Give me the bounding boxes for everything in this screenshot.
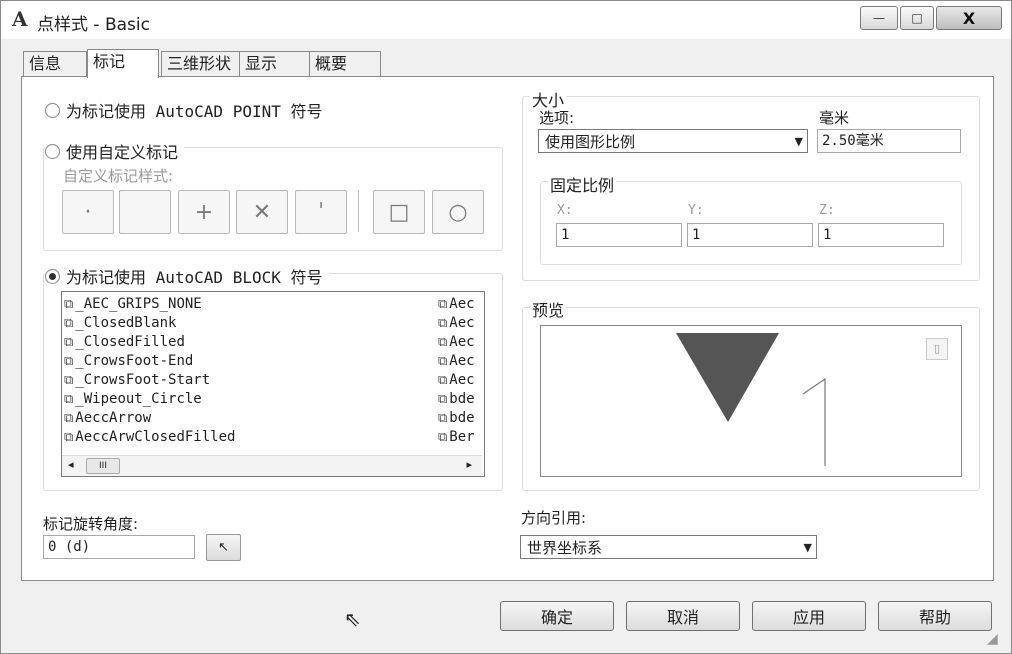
y-scale-input[interactable]: 1 [687,223,813,247]
tab-display[interactable]: 显示 [239,51,311,76]
list-item[interactable]: ⧉ bde [438,409,482,427]
marker-divider [358,190,359,232]
marker-tick-button[interactable]: ˈ [295,190,347,234]
block-icon: ⧉ [438,391,448,407]
orientation-value: 世界坐标系 [527,539,603,557]
block-icon: ⧉ [438,429,448,445]
orientation-dropdown[interactable]: 世界坐标系 ▼ [520,535,817,559]
window-title: 点样式 - Basic [37,15,150,35]
block-list[interactable]: ⧉ _AEC_GRIPS_NONE ⧉ _ClosedBlank ⧉ _ClosedF… [61,291,485,477]
tab-3d-geometry[interactable]: 三维形状 [161,51,243,76]
custom-style-label: 自定义标记样式: [63,167,174,185]
block-icon: ⧉ [438,410,448,426]
block-icon: ⧉ [64,429,74,445]
preview-canvas: ▯ [540,325,962,477]
list-item[interactable]: ⧉ _AEC_GRIPS_NONE [64,295,434,313]
title-bar: A 点样式 - Basic — □ X [1,1,1011,39]
list-item[interactable]: ⧉ AeccArwClosedFilled [64,428,434,446]
block-icon: ⧉ [64,315,74,331]
marker-circle-button[interactable]: ○ [432,190,484,234]
number-one-glyph [802,377,826,466]
scroll-left-icon[interactable]: ◂ [68,458,74,471]
block-icon: ⧉ [64,372,74,388]
pick-angle-icon[interactable]: ↖ [206,534,241,561]
block-icon: ⧉ [438,315,448,331]
millimeter-input[interactable]: 2.50毫米 [817,129,961,153]
radio-button[interactable] [45,102,60,118]
list-item[interactable]: ⧉ _CrowsFoot-End [64,352,434,370]
resize-grip-icon[interactable]: ◢ [987,631,998,647]
radio-point-symbol[interactable]: 为标记使用 AutoCAD POINT 符号 [45,98,323,122]
radio-custom-marker[interactable]: 使用自定义标记 [45,139,185,163]
help-button[interactable]: 帮助 [878,601,992,631]
size-option-dropdown[interactable]: 使用图形比例 ▼ [538,129,808,153]
x-scale-input[interactable]: 1 [556,223,682,247]
minimize-button[interactable]: — [860,6,898,30]
tab-info[interactable]: 信息 [23,51,87,76]
marker-dot-button[interactable]: · [62,190,114,234]
block-icon: ⧉ [64,353,74,369]
marker-x-button[interactable]: ✕ [236,190,288,234]
radio-point-label: 为标记使用 AutoCAD POINT 符号 [66,102,323,121]
z-scale-label: Z: [819,203,835,218]
block-icon: ⧉ [64,334,74,350]
list-item[interactable]: ⧉ bde [438,390,482,408]
mouse-cursor-icon: ⇖ [344,607,361,631]
tab-summary[interactable]: 概要 [309,51,381,76]
radio-button[interactable] [45,143,60,159]
marker-square-button[interactable]: □ [373,190,425,234]
block-icon: ⧉ [64,410,74,426]
triangle-marker-shape [676,333,779,422]
list-item[interactable]: ⧉ _ClosedFilled [64,333,434,351]
list-item[interactable]: ⧉ Aec [438,371,482,389]
block-icon: ⧉ [438,334,448,350]
list-item[interactable]: ⧉ AeccArrow [64,409,434,427]
marker-plus-button[interactable]: + [178,190,230,234]
list-item[interactable]: ⧉ _CrowsFoot-Start [64,371,434,389]
scroll-right-icon[interactable]: ▸ [466,458,472,471]
list-item[interactable]: ⧉ Ber [438,428,482,446]
preview-toggle-button[interactable]: ▯ [926,338,948,360]
close-button[interactable]: X [936,6,1002,30]
rotation-input[interactable]: 0 (d) [43,535,195,559]
preview-svg [676,333,826,466]
fixed-scale-legend: 固定比例 [548,172,617,196]
scroll-thumb[interactable]: III [86,458,120,474]
maximize-button[interactable]: □ [900,6,934,30]
millimeter-label: 毫米 [819,109,850,127]
block-icon: ⧉ [64,296,74,312]
marker-none-button[interactable] [119,190,171,234]
size-option-label: 选项: [539,109,575,127]
list-item[interactable]: ⧉ Aec [438,333,482,351]
orientation-label: 方向引用: [521,509,587,527]
list-item[interactable]: ⧉ _ClosedBlank [64,314,434,332]
size-option-value: 使用图形比例 [545,133,636,151]
radio-block-symbol[interactable]: 为标记使用 AutoCAD BLOCK 符号 [45,264,329,288]
apply-button[interactable]: 应用 [752,601,866,631]
list-item[interactable]: ⧉ _Wipeout_Circle [64,390,434,408]
y-scale-label: Y: [688,203,704,218]
point-style-dialog: A 点样式 - Basic — □ X 信息 标记 三维形状 显示 概要 为标记… [0,0,1012,654]
block-icon: ⧉ [438,372,448,388]
x-scale-label: X: [557,203,573,218]
autocad-logo-icon: A [12,7,28,31]
rotation-label: 标记旋转角度: [43,515,139,533]
block-icon: ⧉ [438,296,448,312]
radio-button-selected[interactable] [45,268,60,284]
z-scale-input[interactable]: 1 [818,223,944,247]
list-item[interactable]: ⧉ Aec [438,295,482,313]
block-icon: ⧉ [438,353,448,369]
list-item[interactable]: ⧉ Aec [438,352,482,370]
radio-custom-label: 使用自定义标记 [66,143,179,162]
horizontal-scrollbar[interactable]: ◂ III ▸ [62,455,482,476]
block-icon: ⧉ [64,391,74,407]
cancel-button[interactable]: 取消 [626,601,740,631]
radio-block-label: 为标记使用 AutoCAD BLOCK 符号 [66,268,323,287]
chevron-down-icon: ▼ [794,135,803,148]
ok-button[interactable]: 确定 [500,601,614,631]
preview-legend: 预览 [530,297,567,321]
list-item[interactable]: ⧉ Aec [438,314,482,332]
chevron-down-icon: ▼ [803,541,812,554]
tab-marker[interactable]: 标记 [87,49,159,78]
